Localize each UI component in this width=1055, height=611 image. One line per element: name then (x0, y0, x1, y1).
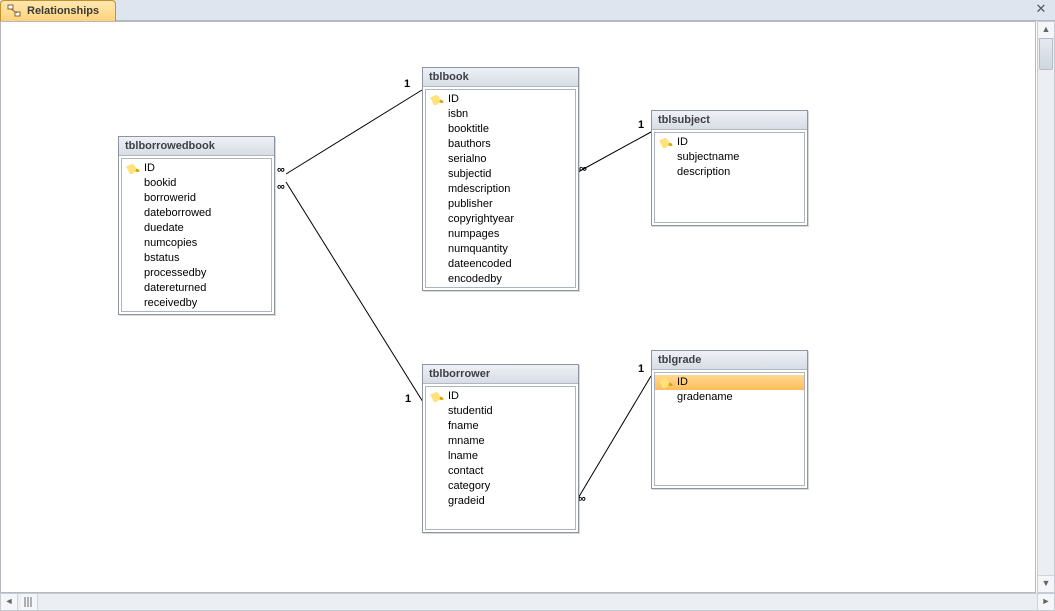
field-row[interactable]: subjectid (426, 167, 575, 182)
relationships-canvas[interactable]: 1 ∞ 1 ∞ 1 ∞ 1 ∞ tblborrowedbook ID booki… (0, 21, 1036, 593)
scroll-left-icon[interactable]: ◄ (1, 594, 18, 610)
field-list: ID isbn booktitle bauthors serialno subj… (425, 89, 576, 288)
field-row[interactable]: ID (122, 161, 271, 176)
tab-title: Relationships (27, 5, 99, 17)
field-row[interactable]: ID (655, 135, 804, 150)
field-list: ID bookid borrowerid dateborrowed duedat… (121, 158, 272, 312)
field-row[interactable]: serialno (426, 152, 575, 167)
field-row[interactable]: dateborrowed (122, 206, 271, 221)
scroll-thumb[interactable] (1039, 38, 1053, 70)
tab-relationships[interactable]: Relationships (0, 0, 116, 21)
field-row[interactable]: category (426, 479, 575, 494)
field-row[interactable]: ID (426, 92, 575, 107)
scroll-up-icon[interactable]: ▲ (1038, 22, 1054, 39)
field-row[interactable]: numpages (426, 227, 575, 242)
scroll-right-icon[interactable]: ► (1037, 594, 1054, 610)
table-tblborrower[interactable]: tblborrower ID studentid fname mname lna… (422, 364, 579, 533)
field-row[interactable]: encodedby (426, 272, 575, 287)
field-row[interactable]: fname (426, 419, 575, 434)
field-row[interactable]: mname (426, 434, 575, 449)
table-tblborrowedbook[interactable]: tblborrowedbook ID bookid borrowerid dat… (118, 136, 275, 315)
horizontal-scrollbar[interactable]: ◄ ► (0, 593, 1055, 611)
field-row[interactable]: lname (426, 449, 575, 464)
field-row[interactable]: mdescription (426, 182, 575, 197)
field-row[interactable]: datereturned (122, 281, 271, 296)
tab-bar: Relationships ✕ (0, 0, 1055, 21)
field-row[interactable]: borrowerid (122, 191, 271, 206)
field-row[interactable]: processedby (122, 266, 271, 281)
table-tblgrade[interactable]: tblgrade ID gradename (651, 350, 808, 489)
field-row[interactable]: ID (426, 389, 575, 404)
table-title[interactable]: tblborrowedbook (119, 137, 274, 156)
field-row[interactable]: bauthors (426, 137, 575, 152)
table-title[interactable]: tblbook (423, 68, 578, 87)
cardinality-label: 1 (638, 119, 644, 131)
field-row[interactable]: studentid (426, 404, 575, 419)
field-row[interactable]: gradeid (426, 494, 575, 509)
cardinality-label: ∞ (277, 164, 285, 176)
field-row[interactable]: numcopies (122, 236, 271, 251)
field-row[interactable]: numquantity (426, 242, 575, 257)
scroll-mode-icon[interactable] (21, 594, 38, 610)
table-tblbook[interactable]: tblbook ID isbn booktitle bauthors seria… (422, 67, 579, 291)
field-row[interactable]: duedate (122, 221, 271, 236)
field-list: ID subjectname description (654, 132, 805, 223)
scroll-down-icon[interactable]: ▼ (1038, 575, 1054, 592)
cardinality-label: ∞ (277, 181, 285, 193)
table-title[interactable]: tblborrower (423, 365, 578, 384)
cardinality-label: 1 (405, 393, 411, 405)
field-row[interactable]: receivedby (122, 296, 271, 311)
field-row[interactable]: gradename (655, 390, 804, 405)
table-tblsubject[interactable]: tblsubject ID subjectname description (651, 110, 808, 226)
field-row[interactable]: subjectname (655, 150, 804, 165)
field-row[interactable]: isbn (426, 107, 575, 122)
field-row[interactable]: bstatus (122, 251, 271, 266)
field-list: ID gradename (654, 372, 805, 486)
cardinality-label: 1 (638, 363, 644, 375)
field-row[interactable]: ID (655, 375, 804, 390)
field-row[interactable]: copyrightyear (426, 212, 575, 227)
field-row[interactable]: booktitle (426, 122, 575, 137)
table-title[interactable]: tblsubject (652, 111, 807, 130)
table-title[interactable]: tblgrade (652, 351, 807, 370)
field-row[interactable]: contact (426, 464, 575, 479)
field-row[interactable]: bookid (122, 176, 271, 191)
relationships-icon (7, 4, 21, 18)
vertical-scrollbar[interactable]: ▲ ▼ (1037, 21, 1055, 593)
field-list: ID studentid fname mname lname contact c… (425, 386, 576, 530)
cardinality-label: 1 (404, 78, 410, 90)
cardinality-label: ∞ (579, 163, 587, 175)
cardinality-label: ∞ (578, 493, 586, 505)
field-row[interactable]: publisher (426, 197, 575, 212)
close-icon[interactable]: ✕ (1033, 2, 1049, 18)
field-row[interactable]: description (655, 165, 804, 180)
field-row[interactable]: dateencoded (426, 257, 575, 272)
